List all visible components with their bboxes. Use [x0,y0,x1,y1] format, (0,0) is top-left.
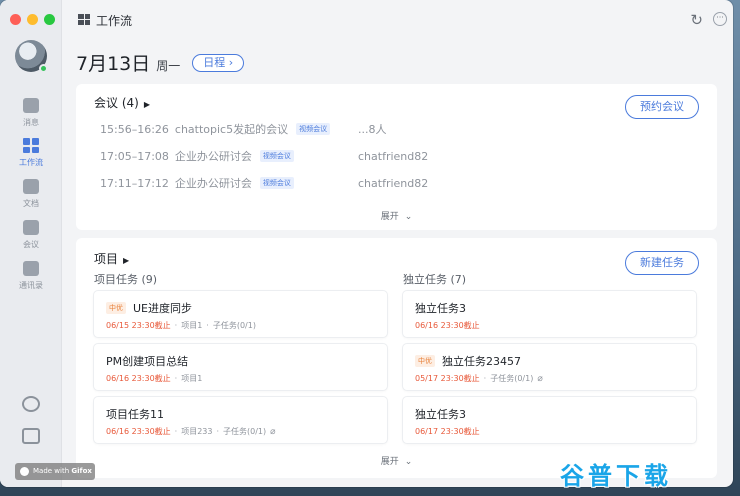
sidebar: 消息 工作流 文档 会议 通讯录 [0,0,62,487]
task-due: 06/16 23:30截止 [415,321,480,330]
task-name: 独立任务23457 [442,355,521,368]
expand-label: 展开 [380,212,399,222]
schedule-button-label: 日程 [203,55,226,69]
app-window: 消息 工作流 文档 会议 通讯录 工作流 ↻ ··· 7月13日 周一 日程 › [0,0,733,487]
sidebar-item-label: 文档 [23,199,39,208]
meeting-organizer: chatfriend82 [358,149,429,163]
meeting-subject: 企业办公研讨会 [174,150,252,163]
meeting-participants: ...8人 [358,123,387,136]
priority-badge: 中优 [106,302,126,314]
sidebar-item-messages[interactable]: 消息 [0,98,62,128]
refresh-icon[interactable]: ↻ [690,11,703,29]
gifox-icon [20,467,29,476]
gifox-brand: Gifox [71,467,92,475]
sidebar-item-label: 会议 [23,240,39,249]
current-date: 7月13日 [76,53,151,75]
sidebar-item-label: 工作流 [19,158,43,167]
meeting-row[interactable]: 17:05–17:08 企业办公研讨会 视频会议 chatfriend82 [100,148,700,164]
projects-title-label: 项目 [94,252,119,266]
meeting-row[interactable]: 15:56–16:26 chattopic5发起的会议 视频会议 ...8人 [100,121,700,137]
minimize-window-button[interactable] [27,14,38,25]
new-task-button[interactable]: 新建任务 [625,251,699,275]
task-project: 项目1 [181,321,203,330]
schedule-button[interactable]: 日程 › [192,53,245,72]
video-meeting-badge: 视频会议 [259,150,294,162]
contacts-icon [23,261,39,276]
sidebar-item-contacts[interactable]: 通讯录 [0,261,62,291]
task-card[interactable]: 中优 UE进度同步 06/15 23:30截止 · 项目1 · 子任务(0/1) [94,291,387,337]
sidebar-item-label: 消息 [23,118,39,127]
book-meeting-button[interactable]: 预约会议 [625,95,699,119]
meeting-subject: 企业办公研讨会 [174,177,252,190]
chevron-down-icon: ⌄ [404,457,413,467]
task-name: 独立任务3 [415,302,466,315]
online-status-dot [39,64,48,73]
video-meeting-badge: 视频会议 [296,123,331,135]
task-name: 独立任务3 [415,408,466,421]
task-name: UE进度同步 [133,302,193,315]
task-project: 项目233 [181,427,213,436]
phone-icon[interactable] [22,396,40,412]
message-icon [23,98,39,113]
video-icon [23,220,39,235]
caret-right-icon: ▶ [143,100,150,109]
maximize-window-button[interactable] [44,14,55,25]
projects-card: 项目 ▶ 新建任务 项目任务 (9) 独立任务 (7) 中优 UE进度同步 06/1… [76,238,717,478]
video-meeting-badge: 视频会议 [259,177,294,189]
meeting-time: 17:05–17:08 [100,149,169,163]
task-subtasks: 子任务(0/1) [490,374,534,383]
sidebar-item-documents[interactable]: 文档 [0,179,62,209]
gifox-prefix: Made with [33,467,70,475]
meeting-row[interactable]: 17:11–17:12 企业办公研讨会 视频会议 chatfriend82 [100,175,700,191]
expand-label: 展开 [380,457,399,467]
document-icon [23,179,39,194]
close-window-button[interactable] [10,14,21,25]
task-card[interactable]: 项目任务11 06/16 23:30截止 · 项目233 · 子任务(0/1) ⌀ [94,397,387,443]
chevron-down-icon: ⌄ [404,212,413,222]
current-weekday: 周一 [156,59,181,73]
standalone-tasks-heading: 独立任务 (7) [403,273,467,286]
page-title: 工作流 [96,14,133,28]
task-subtasks: 子任务(0/1) [223,427,267,436]
task-due: 06/17 23:30截止 [415,427,480,436]
site-watermark: 谷普下载 [560,462,672,490]
projects-title[interactable]: 项目 ▶ [94,250,129,267]
meeting-time: 15:56–16:26 [100,122,169,136]
task-project: 项目1 [181,374,203,383]
task-due: 06/16 23:30截止 [106,427,171,436]
task-due: 05/17 23:30截止 [415,374,480,383]
task-due: 06/15 23:30截止 [106,321,171,330]
window-controls [10,14,55,25]
attachment-icon: ⌀ [537,373,543,384]
attachment-icon: ⌀ [270,426,276,437]
meetings-card: 会议 (4) ▶ 预约会议 15:56–16:26 chattopic5发起的会议… [76,84,717,230]
task-card[interactable]: 独立任务3 06/17 23:30截止 [403,397,696,443]
sidebar-item-label: 通讯录 [19,281,43,290]
meeting-organizer: chatfriend82 [358,176,429,190]
task-subtasks: 子任务(0/1) [212,321,256,330]
task-name: 项目任务11 [106,408,164,421]
task-name: PM创建项目总结 [106,355,189,368]
priority-badge: 中优 [415,355,435,367]
project-tasks-heading: 项目任务 (9) [94,273,158,286]
bookmark-icon[interactable] [22,428,40,444]
gifox-badge: Made with Gifox [15,463,95,480]
task-due: 06/16 23:30截止 [106,374,171,383]
caret-right-icon: ▶ [123,256,130,265]
sidebar-item-meetings[interactable]: 会议 [0,220,62,250]
workflow-icon [23,138,39,153]
meetings-title-label: 会议 (4) [94,96,139,110]
sidebar-item-workflow[interactable]: 工作流 [0,138,62,168]
workflow-header-icon [78,14,90,25]
meetings-expand-button[interactable]: 展开 ⌄ [76,209,717,222]
meetings-title[interactable]: 会议 (4) ▶ [94,94,150,111]
more-icon[interactable]: ··· [713,12,727,26]
task-card[interactable]: PM创建项目总结 06/16 23:30截止 · 项目1 [94,344,387,390]
task-card[interactable]: 中优 独立任务23457 05/17 23:30截止 · 子任务(0/1) ⌀ [403,344,696,390]
top-bar: 工作流 ↻ ··· [62,0,733,40]
meeting-subject: chattopic5发起的会议 [174,123,289,136]
date-header: 7月13日 周一 日程 › [76,49,245,76]
meeting-time: 17:11–17:12 [100,176,169,190]
task-card[interactable]: 独立任务3 06/16 23:30截止 [403,291,696,337]
